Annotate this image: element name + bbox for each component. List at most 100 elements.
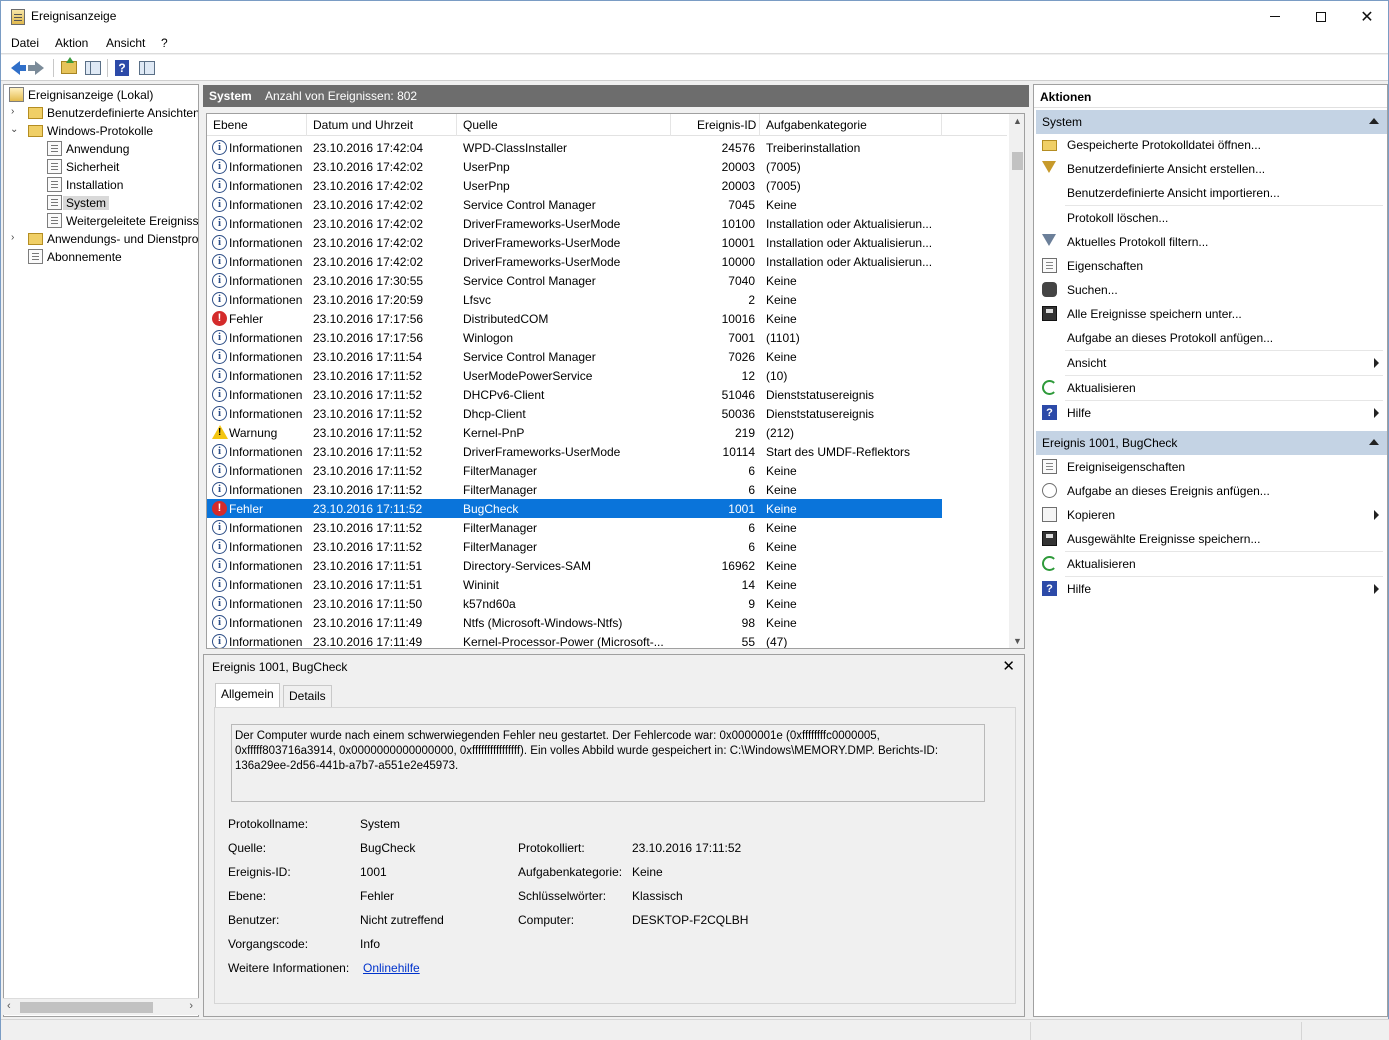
show-hide-tree-button[interactable] <box>83 58 103 77</box>
scroll-right-icon[interactable]: › <box>189 1000 193 1012</box>
event-row[interactable]: i Informationen 23.10.2016 17:11:52 FilterM… <box>207 537 942 556</box>
online-help-link[interactable]: Onlinehilfe <box>363 961 420 975</box>
event-row[interactable]: i Informationen 23.10.2016 17:11:52 DHCPv6-… <box>207 385 942 404</box>
action-refresh-event[interactable]: Aktualisieren <box>1036 553 1387 575</box>
event-row[interactable]: i Informationen 23.10.2016 17:11:49 Kernel-… <box>207 632 942 648</box>
action-copy[interactable]: Kopieren <box>1036 504 1387 526</box>
action-filter-log[interactable]: Aktuelles Protokoll filtern... <box>1036 231 1387 253</box>
action-find[interactable]: Suchen... <box>1036 279 1387 301</box>
event-row[interactable]: i Informationen 23.10.2016 17:11:54 Service… <box>207 347 942 366</box>
back-button[interactable] <box>5 58 26 77</box>
close-button[interactable]: ✕ <box>1344 1 1389 32</box>
event-row[interactable]: i Informationen 23.10.2016 17:11:52 Dhcp-Cl… <box>207 404 942 423</box>
tree-item-subscriptions[interactable]: Abonnemente <box>4 248 198 266</box>
event-row[interactable]: i Informationen 23.10.2016 17:11:50 k57nd60… <box>207 594 942 613</box>
scrollbar-thumb[interactable] <box>20 1002 153 1013</box>
action-help[interactable]: ? Hilfe <box>1036 402 1387 424</box>
column-divider[interactable] <box>670 114 671 136</box>
event-row[interactable]: i Informationen 23.10.2016 17:42:02 UserPnp… <box>207 176 942 195</box>
information-icon: i <box>212 406 227 421</box>
scroll-left-icon[interactable]: ‹ <box>7 1000 11 1012</box>
tree-item-custom-views[interactable]: › Benutzerdefinierte Ansichten <box>4 104 198 122</box>
actions-group-event[interactable]: Ereignis 1001, BugCheck <box>1036 431 1387 455</box>
scroll-up-icon[interactable]: ▲ <box>1013 116 1022 126</box>
column-header-quelle[interactable]: Quelle <box>463 118 498 132</box>
action-save-all-events[interactable]: Alle Ereignisse speichern unter... <box>1036 303 1387 325</box>
action-event-properties[interactable]: Ereigniseigenschaften <box>1036 456 1387 478</box>
tab-details[interactable]: Details <box>283 685 332 707</box>
column-divider[interactable] <box>941 114 942 136</box>
event-row[interactable]: ! Fehler 23.10.2016 17:17:56 DistributedCOM… <box>207 309 942 328</box>
event-row[interactable]: ! Fehler 23.10.2016 17:11:52 BugCheck 1001 Ke… <box>207 499 942 518</box>
column-divider[interactable] <box>306 114 307 136</box>
tree-horizontal-scrollbar[interactable]: ‹ › <box>3 998 199 1015</box>
chevron-right-icon[interactable]: › <box>11 107 21 117</box>
scrollbar-thumb[interactable] <box>1012 152 1023 170</box>
event-row[interactable]: i Informationen 23.10.2016 17:42:02 DriverF… <box>207 214 942 233</box>
show-hide-action-pane-button[interactable] <box>137 58 157 77</box>
minimize-button[interactable] <box>1252 1 1298 32</box>
event-row[interactable]: i Informationen 23.10.2016 17:42:02 DriverF… <box>207 252 942 271</box>
tree-item-system[interactable]: System <box>4 194 198 212</box>
collapse-icon[interactable] <box>1369 118 1379 124</box>
event-row[interactable]: i Informationen 23.10.2016 17:11:49 Ntfs (M… <box>207 613 942 632</box>
menu-ansicht[interactable]: Ansicht <box>106 36 145 50</box>
action-view[interactable]: Ansicht <box>1036 352 1387 374</box>
event-row[interactable]: i Informationen 23.10.2016 17:17:56 Winlogo… <box>207 328 942 347</box>
event-row[interactable]: i Informationen 23.10.2016 17:30:55 Service… <box>207 271 942 290</box>
action-attach-task-to-log[interactable]: Aufgabe an dieses Protokoll anfügen... <box>1036 327 1387 349</box>
action-open-saved-log[interactable]: Gespeicherte Protokolldatei öffnen... <box>1036 134 1387 156</box>
chevron-right-icon[interactable]: › <box>11 233 21 243</box>
up-level-button[interactable] <box>59 57 79 77</box>
event-list-vertical-scrollbar[interactable]: ▲ ▼ <box>1009 114 1024 648</box>
collapse-icon[interactable] <box>1369 439 1379 445</box>
event-row[interactable]: i Informationen 23.10.2016 17:42:04 WPD-Cla… <box>207 138 942 157</box>
column-divider[interactable] <box>759 114 760 136</box>
menu-aktion[interactable]: Aktion <box>55 36 88 50</box>
event-row[interactable]: i Informationen 23.10.2016 17:11:52 UserMod… <box>207 366 942 385</box>
tree-item-sicherheit[interactable]: Sicherheit <box>4 158 198 176</box>
event-row[interactable]: i Informationen 23.10.2016 17:11:52 FilterM… <box>207 518 942 537</box>
column-header-ereignis-id[interactable]: Ereignis-ID <box>697 118 756 132</box>
event-row[interactable]: i Informationen 23.10.2016 17:42:02 DriverF… <box>207 233 942 252</box>
event-row[interactable]: i Informationen 23.10.2016 17:20:59 Lfsvc 2 K… <box>207 290 942 309</box>
menu-help[interactable]: ? <box>161 36 168 50</box>
event-description[interactable]: Der Computer wurde nach einem schwerwieg… <box>231 724 985 802</box>
event-row[interactable]: i Informationen 23.10.2016 17:11:51 Wininit… <box>207 575 942 594</box>
event-id: 10000 <box>721 255 755 269</box>
tree-item-forwarded-events[interactable]: Weitergeleitete Ereignisse <box>4 212 198 230</box>
forward-button[interactable] <box>27 58 49 77</box>
tree-item-windows-logs[interactable]: ⌄ Windows-Protokolle <box>4 122 198 140</box>
event-row[interactable]: i Informationen 23.10.2016 17:11:51 Directo… <box>207 556 942 575</box>
action-save-selected-events[interactable]: Ausgewählte Ereignisse speichern... <box>1036 528 1387 550</box>
action-clear-log[interactable]: Protokoll löschen... <box>1036 207 1387 229</box>
action-attach-task-to-event[interactable]: Aufgabe an dieses Ereignis anfügen... <box>1036 480 1387 502</box>
column-header-datum[interactable]: Datum und Uhrzeit <box>313 118 413 132</box>
event-row[interactable]: i Informationen 23.10.2016 17:11:52 FilterM… <box>207 480 942 499</box>
event-row[interactable]: Warnung 23.10.2016 17:11:52 Kernel-PnP 219 (… <box>207 423 942 442</box>
chevron-down-icon[interactable]: ⌄ <box>10 125 20 135</box>
event-row[interactable]: i Informationen 23.10.2016 17:42:02 UserPnp… <box>207 157 942 176</box>
tree-item-root[interactable]: Ereignisanzeige (Lokal) <box>4 86 198 104</box>
event-row[interactable]: i Informationen 23.10.2016 17:11:52 FilterM… <box>207 461 942 480</box>
tree-item-installation[interactable]: Installation <box>4 176 198 194</box>
help-toolbar-button[interactable]: ? <box>112 58 132 77</box>
tab-allgemein[interactable]: Allgemein <box>215 683 280 708</box>
action-refresh[interactable]: Aktualisieren <box>1036 377 1387 399</box>
tree-item-app-services[interactable]: › Anwendungs- und Dienstprotokolle <box>4 230 198 248</box>
column-header-ebene[interactable]: Ebene <box>213 118 248 132</box>
event-row[interactable]: i Informationen 23.10.2016 17:11:52 DriverF… <box>207 442 942 461</box>
close-detail-icon[interactable]: ✕ <box>1002 657 1015 675</box>
column-header-aufgabenkategorie[interactable]: Aufgabenkategorie <box>766 118 867 132</box>
action-create-custom-view[interactable]: Benutzerdefinierte Ansicht erstellen... <box>1036 158 1387 180</box>
menu-datei[interactable]: Datei <box>11 36 39 50</box>
action-help-event[interactable]: ? Hilfe <box>1036 578 1387 600</box>
action-properties[interactable]: Eigenschaften <box>1036 255 1387 277</box>
action-import-custom-view[interactable]: Benutzerdefinierte Ansicht importieren..… <box>1036 182 1387 204</box>
maximize-button[interactable] <box>1298 1 1344 32</box>
actions-group-system[interactable]: System <box>1036 110 1387 134</box>
event-row[interactable]: i Informationen 23.10.2016 17:42:02 Service… <box>207 195 942 214</box>
column-divider[interactable] <box>456 114 457 136</box>
tree-item-anwendung[interactable]: Anwendung <box>4 140 198 158</box>
scroll-down-icon[interactable]: ▼ <box>1013 636 1022 646</box>
